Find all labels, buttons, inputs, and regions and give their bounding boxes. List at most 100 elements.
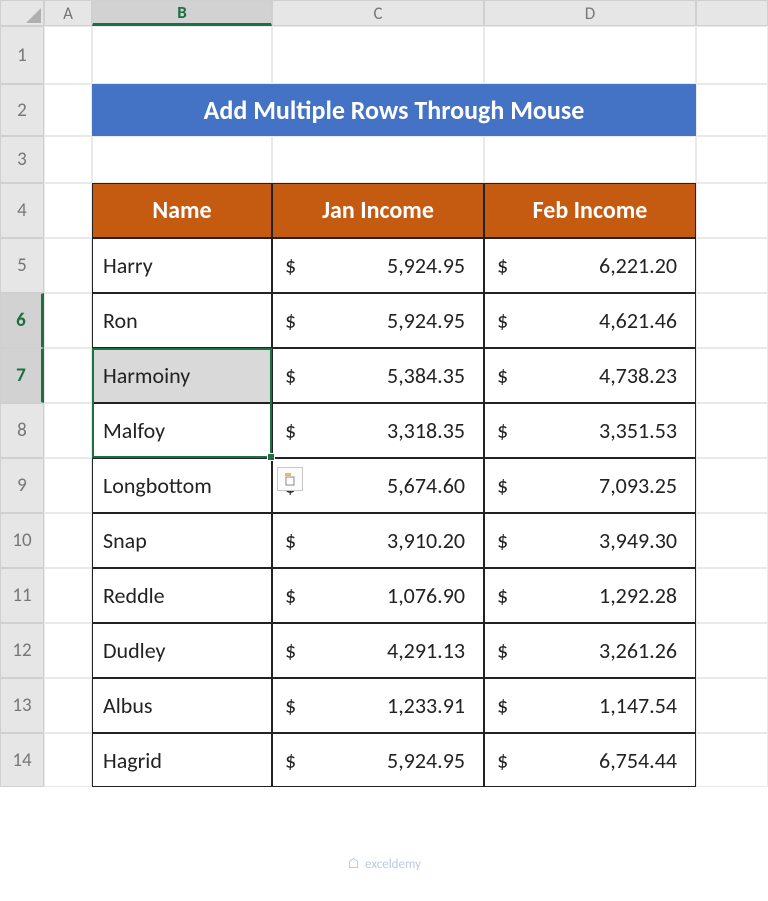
paste-options-icon[interactable] [277,467,303,491]
cell-jan-0[interactable]: $5,924.95 [272,238,484,293]
cell-name-9[interactable]: Hagrid [92,733,272,787]
table-header-feb[interactable]: Feb Income [484,183,696,238]
value: 3,949.30 [599,527,677,554]
cell-name-5[interactable]: Snap [92,513,272,568]
currency-symbol: $ [285,252,296,279]
row-header-7[interactable]: 7 [0,348,44,403]
row-header-2[interactable]: 2 [0,84,44,136]
select-all-corner[interactable] [0,0,44,26]
currency-symbol: $ [285,362,296,389]
cell-jan-4[interactable]: $5,674.60 [272,458,484,513]
cell-E2[interactable] [696,84,768,136]
cell-A6[interactable] [44,293,92,348]
row-header-12[interactable]: 12 [0,623,44,678]
cell-name-7[interactable]: Dudley [92,623,272,678]
cell-A8[interactable] [44,403,92,458]
cell-jan-1[interactable]: $5,924.95 [272,293,484,348]
col-header-C[interactable]: C [272,0,484,26]
spreadsheet-grid[interactable]: A B C D 1 2 Add Multiple Rows Through Mo… [0,0,768,787]
cell-B1[interactable] [92,26,272,84]
cell-name-8[interactable]: Albus [92,678,272,733]
cell-E10[interactable] [696,513,768,568]
cell-feb-1[interactable]: $4,621.46 [484,293,696,348]
col-header-B[interactable]: B [92,0,272,26]
cell-A14[interactable] [44,733,92,787]
row-header-6[interactable]: 6 [0,293,44,348]
currency-symbol: $ [285,527,296,554]
value: 3,910.20 [387,527,465,554]
row-header-9[interactable]: 9 [0,458,44,513]
cell-E4[interactable] [696,183,768,238]
cell-jan-2[interactable]: $5,384.35 [272,348,484,403]
cell-A10[interactable] [44,513,92,568]
row-header-4[interactable]: 4 [0,183,44,238]
row-header-3[interactable]: 3 [0,136,44,183]
cell-name-1[interactable]: Ron [92,293,272,348]
cell-A5[interactable] [44,238,92,293]
cell-A4[interactable] [44,183,92,238]
cell-jan-6[interactable]: $1,076.90 [272,568,484,623]
cell-feb-0[interactable]: $6,221.20 [484,238,696,293]
cell-A3[interactable] [44,136,92,183]
cell-name-0[interactable]: Harry [92,238,272,293]
table-header-name[interactable]: Name [92,183,272,238]
cell-name-6[interactable]: Reddle [92,568,272,623]
row-header-14[interactable]: 14 [0,733,44,787]
cell-E13[interactable] [696,678,768,733]
cell-E14[interactable] [696,733,768,787]
cell-C3[interactable] [272,136,484,183]
table-header-jan[interactable]: Jan Income [272,183,484,238]
cell-jan-3[interactable]: $3,318.35 [272,403,484,458]
row-header-5[interactable]: 5 [0,238,44,293]
row-header-1[interactable]: 1 [0,26,44,84]
cell-D1[interactable] [484,26,696,84]
cell-A9[interactable] [44,458,92,513]
cell-E11[interactable] [696,568,768,623]
cell-E12[interactable] [696,623,768,678]
cell-feb-6[interactable]: $1,292.28 [484,568,696,623]
currency-symbol: $ [285,417,296,444]
cell-feb-9[interactable]: $6,754.44 [484,733,696,787]
currency-symbol: $ [285,582,296,609]
row-header-13[interactable]: 13 [0,678,44,733]
cell-B3[interactable] [92,136,272,183]
cell-A11[interactable] [44,568,92,623]
cell-feb-3[interactable]: $3,351.53 [484,403,696,458]
title-banner[interactable]: Add Multiple Rows Through Mouse [92,84,696,136]
cell-name-2[interactable]: Harmoiny [92,348,272,403]
col-header-extra[interactable] [696,0,768,26]
cell-feb-4[interactable]: $7,093.25 [484,458,696,513]
cell-E5[interactable] [696,238,768,293]
cell-feb-2[interactable]: $4,738.23 [484,348,696,403]
cell-name-3[interactable]: Malfoy [92,403,272,458]
col-header-A[interactable]: A [44,0,92,26]
cell-E3[interactable] [696,136,768,183]
cell-feb-5[interactable]: $3,949.30 [484,513,696,568]
cell-A1[interactable] [44,26,92,84]
row-header-8[interactable]: 8 [0,403,44,458]
cell-D3[interactable] [484,136,696,183]
col-header-D[interactable]: D [484,0,696,26]
row-header-11[interactable]: 11 [0,568,44,623]
cell-jan-8[interactable]: $1,233.91 [272,678,484,733]
cell-A13[interactable] [44,678,92,733]
cell-E1[interactable] [696,26,768,84]
cell-E7[interactable] [696,348,768,403]
cell-A12[interactable] [44,623,92,678]
cell-E9[interactable] [696,458,768,513]
cell-feb-8[interactable]: $1,147.54 [484,678,696,733]
cell-jan-5[interactable]: $3,910.20 [272,513,484,568]
cell-E6[interactable] [696,293,768,348]
cell-name-4[interactable]: Longbottom [92,458,272,513]
currency-symbol: $ [497,637,508,664]
watermark-text: exceldemy [365,857,421,872]
cell-C1[interactable] [272,26,484,84]
cell-E8[interactable] [696,403,768,458]
cell-feb-7[interactable]: $3,261.26 [484,623,696,678]
cell-jan-9[interactable]: $5,924.95 [272,733,484,787]
cell-A2[interactable] [44,84,92,136]
row-header-10[interactable]: 10 [0,513,44,568]
cell-A7[interactable] [44,348,92,403]
cell-jan-7[interactable]: $4,291.13 [272,623,484,678]
currency-symbol: $ [285,692,296,719]
